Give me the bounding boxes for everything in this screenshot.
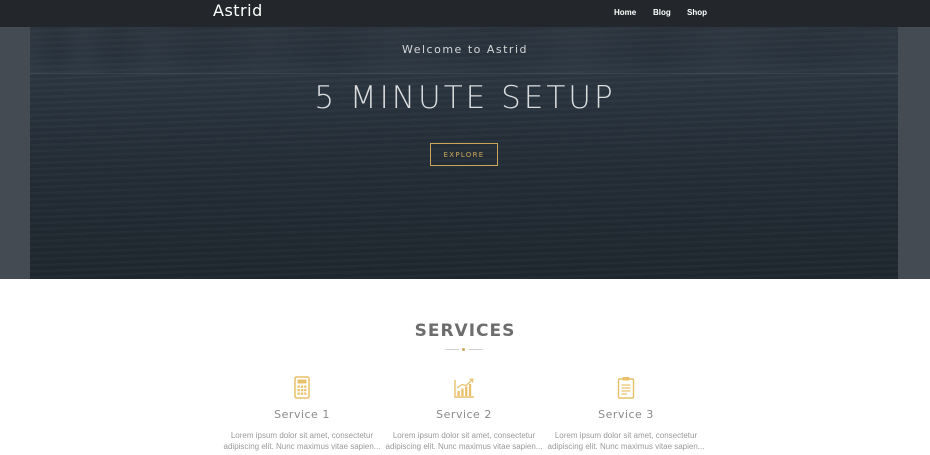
service-description: Lorem ipsum dolor sit amet, consectetur … bbox=[379, 430, 549, 452]
hero-subtitle: Welcome to Astrid bbox=[402, 43, 528, 56]
service-desc-line: Lorem ipsum dolor sit amet, consectetur bbox=[554, 431, 698, 440]
nav-item-shop[interactable]: Shop bbox=[687, 8, 707, 17]
hero-horizon bbox=[30, 73, 898, 74]
service-desc-line: Lorem ipsum dolor sit amet, consectetur bbox=[230, 431, 374, 440]
clipboard-icon bbox=[617, 377, 635, 399]
service-name: Service 1 bbox=[274, 408, 330, 421]
hero-title: 5 MINUTE SETUP bbox=[314, 80, 616, 116]
service-name: Service 3 bbox=[598, 408, 654, 421]
calculator-icon bbox=[294, 376, 310, 399]
service-card-3: Service 3 Lorem ipsum dolor sit amet, co… bbox=[541, 376, 711, 452]
divider-dot bbox=[462, 348, 465, 351]
hero-background-image bbox=[30, 0, 898, 279]
service-card-1: Service 1 Lorem ipsum dolor sit amet, co… bbox=[217, 376, 387, 452]
hero-section bbox=[0, 0, 930, 279]
service-card-2: Service 2 Lorem ipsum dolor sit amet, co… bbox=[379, 376, 549, 452]
divider-line-left bbox=[445, 349, 459, 350]
nav-item-home[interactable]: Home bbox=[614, 8, 636, 17]
service-desc-line: adipiscing elit. Nunc maximus vitae sapi… bbox=[385, 442, 543, 451]
service-description: Lorem ipsum dolor sit amet, consectetur … bbox=[541, 430, 711, 452]
service-desc-line: Lorem ipsum dolor sit amet, consectetur bbox=[392, 431, 536, 440]
services-title: SERVICES bbox=[414, 321, 516, 341]
explore-button[interactable]: EXPLORE bbox=[430, 143, 498, 166]
service-description: Lorem ipsum dolor sit amet, consectetur … bbox=[217, 430, 387, 452]
chart-icon bbox=[454, 378, 474, 398]
service-name: Service 2 bbox=[436, 408, 492, 421]
section-divider bbox=[445, 348, 483, 351]
site-logo[interactable]: Astrid bbox=[213, 1, 263, 20]
nav-item-blog[interactable]: Blog bbox=[653, 8, 671, 17]
service-desc-line: adipiscing elit. Nunc maximus vitae sapi… bbox=[547, 442, 705, 451]
service-desc-line: adipiscing elit. Nunc maximus vitae sapi… bbox=[223, 442, 381, 451]
top-navbar: Astrid Home Blog Shop bbox=[0, 0, 930, 27]
divider-line-right bbox=[469, 349, 483, 350]
